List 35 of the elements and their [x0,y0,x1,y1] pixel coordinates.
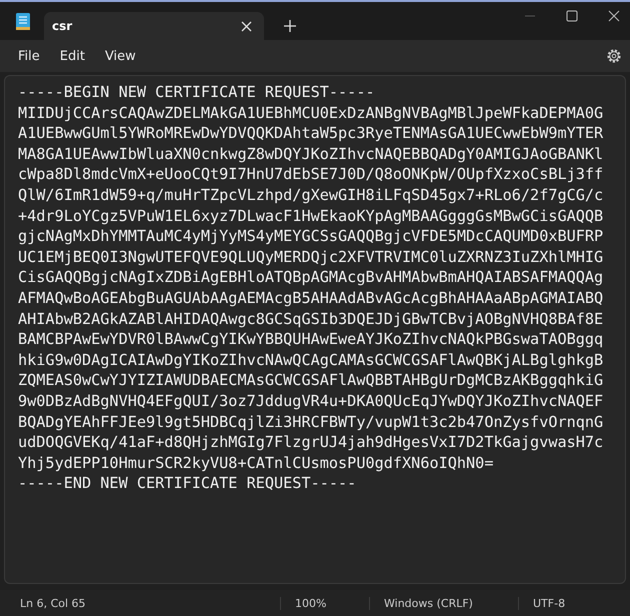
text-line: A1UEBwwGUml5YWRoMREwDwYDVQQKDAhtaW5pc3RyeTENMAsGA1UECwwEbW9mYTER [18,123,604,144]
text-line: AHIAbwB2AGkAZABlAHIDAQAwgc8GCSqGSIb3DQEJDjGBwTCBvjAOBgNVHQ8BAf8E [18,308,604,330]
status-item: Windows (CRLF) [369,596,518,610]
menu-item[interactable]: Edit [50,44,95,68]
status-item: Ln 6, Col 65 [19,596,87,610]
text-line: CisGAQQBgjcNAgIxZDBiAgEBHloATQBpAGMAcgBvAHMAbwBmAHQAIABSAFMAQQAg [18,267,604,288]
text-line: cWpa8Dl8mdcVmX+eUooCQt9I7HnU7dEbSE7J0D/Q8oONKpW/OUpfXzxoCsBLj3ff [18,164,604,185]
text-line: Yhj5ydEPP10HmurSCR2kyVU8+CATnlCUsmosPU0gdfXN6oIQhN0= [18,452,494,474]
text-line: -----BEGIN NEW CERTIFICATE REQUEST----- [18,82,376,103]
text-line: QlW/6ImR1dW59+q/muHrTZpcVLzhpd/gXewGIH8iLFqSD45gx7+RLo6/2f7gCG/c [18,184,604,206]
text-line: UC1EMjBEQ0I3NgwUTEFQVE9QLUQyMERDQjc2XFVTRVIMC0luZXRNZ3IuZXhlMHIG [18,246,604,268]
text-line: +4dr9LoYCgz5VPuW1EL6xyz7DLwacF1HwEkaoKYpAgMBAAGgggGsMBwGCisGAQQB [18,206,604,226]
notepad-icon [16,12,30,30]
text-line: udDOQGVEKq/41aF+d8QHjzhMGIg7FlzgrUJ4jah9dHgesVxI7D2TkGajgvwasH7c [18,432,604,453]
text-line: MA8GA1UEAwwIbWluaXN0cnkwgZ8wDQYJKoZIhvcNAQEBBQADgY0AMIGJAoGBANKl [18,144,604,164]
close-icon[interactable] [608,10,620,22]
status-item: 100% [280,596,369,610]
text-line: -----END NEW CERTIFICATE REQUEST----- [18,473,358,494]
text-line: BAMCBPAwEwYDVR0lBAwwCgYIKwYBBQUHAwEweAYJKoZIhvcNAQkPBGswaTAOBggq [18,329,604,350]
text-line: hkiG9w0DAgICAIAwDgYIKoZIhvcNAwQCAgCAMAsGCWCGSAFlAwQBKjALBglghkgB [18,350,604,370]
text-line: gjcNAgMxDhYMMTAuMC4yMjYyMS4yMEYGCSsGAQQBgjcVFDE5MDcCAQUMD0xBUFRP [18,226,604,247]
close-icon[interactable] [241,20,252,32]
text-line: MIIDUjCCArsCAQAwZDELMAkGA1UEBhMCU0ExDzANBgNVBAgMBlJpeWFkaDEPMA0G [18,102,604,124]
settings-icon[interactable] [606,48,622,64]
text-line: BQADgYEAhFFJEe9l9gt5HDBCqjlZi3HRCFBWTy/vupW1t3c2b47OnZysfvOrnqnG [18,412,604,432]
text-line: ZQMEAS0wCwYJYIZIAWUDBAECMAsGCWCGSAFlAwQBBTAHBgUrDgMCBzAKBggqhkiG [18,370,604,391]
text-line: AFMAQwBoAGEAbgBuAGUAbAAgAEMAcgB5AHAAdABvAGcAcgBhAHAAaABpAGMAIABQ [18,288,604,309]
new-tab-icon[interactable] [284,20,296,32]
file-tab[interactable]: csr [44,12,264,40]
maximize-icon[interactable] [566,10,578,22]
text-editor[interactable] [4,75,626,584]
text-line: 9w0DBzAdBgNVHQ4EFgQUI/3oz7JddugVR4u+DKA0QUcEqJYwDQYJKoZIhvcNAQEF [18,390,604,412]
menu-item[interactable]: View [94,44,146,68]
status-item: UTF-8 [518,596,580,610]
menu-item[interactable]: File [8,44,50,68]
